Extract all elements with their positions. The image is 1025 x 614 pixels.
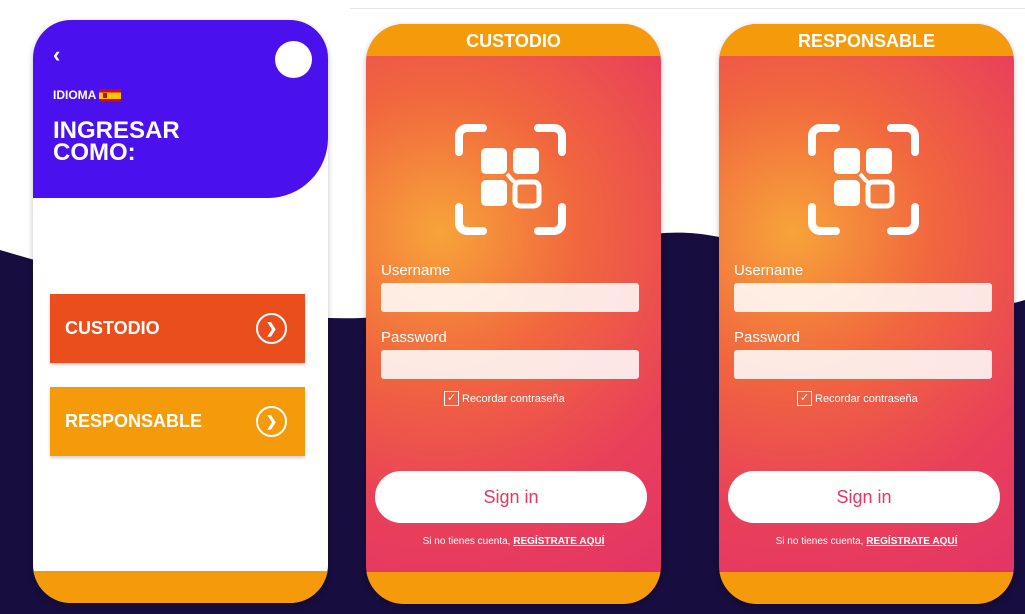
qr-scan-icon [455, 124, 566, 235]
top-divider [350, 8, 1025, 9]
remember-checkbox[interactable]: ✓ [797, 391, 812, 406]
remember-password-option[interactable]: ✓ Recordar contraseña [444, 391, 565, 406]
responsable-button[interactable]: RESPONSABLE ❯ [50, 387, 305, 456]
register-link[interactable]: REGÍSTRATE AQUÍ [513, 536, 604, 547]
footer-bar [33, 571, 328, 603]
remember-label: Recordar contraseña [462, 392, 565, 405]
header-panel: ‹ IDIOMA INGRESAR COMO: [33, 20, 328, 198]
qr-scan-icon [808, 124, 919, 235]
password-input[interactable] [734, 350, 992, 379]
screen-header: RESPONSABLE [719, 24, 1014, 56]
sign-in-button[interactable]: Sign in [728, 471, 1000, 523]
password-label: Password [734, 329, 800, 346]
username-input[interactable] [734, 283, 992, 312]
language-selector[interactable]: IDIOMA [53, 88, 122, 102]
password-input[interactable] [381, 350, 639, 379]
remember-label: Recordar contraseña [815, 392, 918, 405]
spain-flag-icon [99, 88, 122, 102]
remember-password-option[interactable]: ✓ Recordar contraseña [797, 391, 918, 406]
sign-in-button[interactable]: Sign in [375, 471, 647, 523]
username-label: Username [734, 262, 804, 279]
register-text: Si no tienes cuenta, [775, 536, 864, 547]
username-input[interactable] [381, 283, 639, 312]
register-prompt: Si no tienes cuenta, REGÍSTRATE AQUÍ [366, 536, 661, 547]
chevron-right-circle-icon: ❯ [256, 406, 287, 437]
chevron-left-icon[interactable]: ‹ [53, 42, 60, 68]
chevron-right-circle-icon: ❯ [256, 313, 287, 344]
custodio-button-label: CUSTODIO [65, 318, 160, 338]
remember-checkbox[interactable]: ✓ [444, 391, 459, 406]
custodio-login-screen: CUSTODIO Username Password ✓ Recordar co… [366, 24, 661, 604]
custodio-button[interactable]: CUSTODIO ❯ [50, 294, 305, 363]
role-selection-screen: ‹ IDIOMA INGRESAR COMO: CUSTODIO ❯ RESPO… [33, 20, 328, 603]
responsable-login-screen: RESPONSABLE Username Password ✓ Recordar… [719, 24, 1014, 604]
avatar[interactable] [275, 41, 312, 78]
page-title: INGRESAR COMO: [53, 117, 180, 166]
responsable-button-label: RESPONSABLE [65, 411, 203, 431]
footer-bar [719, 572, 1014, 604]
register-prompt: Si no tienes cuenta, REGÍSTRATE AQUÍ [719, 536, 1014, 547]
screen-header: CUSTODIO [366, 24, 661, 56]
footer-bar [366, 572, 661, 604]
register-text: Si no tienes cuenta, [422, 536, 511, 547]
password-label: Password [381, 329, 447, 346]
language-label: IDIOMA [53, 88, 97, 102]
username-label: Username [381, 262, 451, 279]
register-link[interactable]: REGÍSTRATE AQUÍ [866, 536, 957, 547]
